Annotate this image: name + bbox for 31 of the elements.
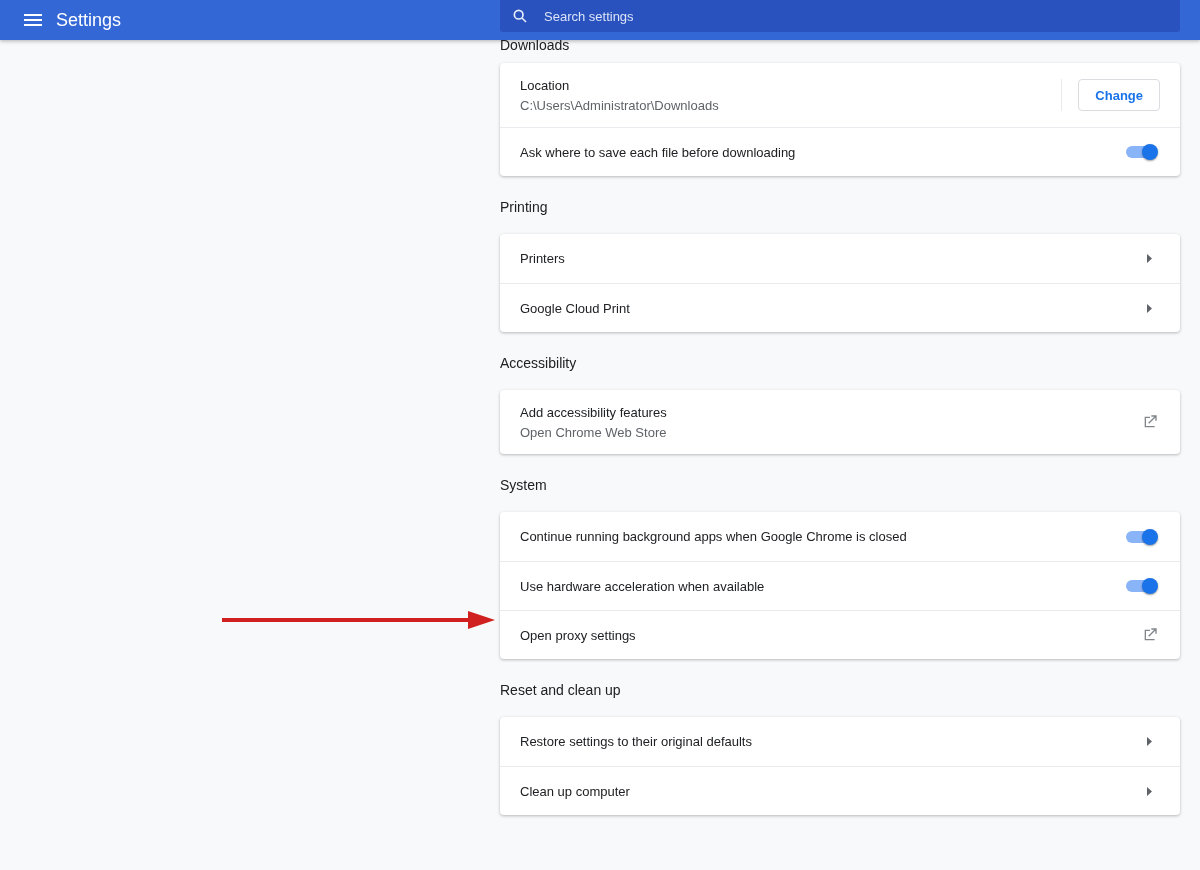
setting-label: Location: [520, 77, 571, 93]
external-link-icon: [1142, 627, 1158, 643]
caret-right-icon: [1147, 737, 1152, 746]
section-heading: Reset and clean up: [500, 681, 621, 700]
section-heading: Printing: [500, 198, 548, 217]
search-icon: [512, 8, 528, 24]
setting-label: Restore settings to their original defaults: [520, 734, 753, 749]
toggle-switch[interactable]: [1126, 146, 1156, 158]
setting-label: Clean up computer: [520, 783, 631, 799]
change-button[interactable]: Change: [1078, 79, 1160, 111]
caret-right-icon: [1147, 303, 1152, 313]
toggle-switch[interactable]: [1126, 530, 1156, 543]
toggle-switch[interactable]: [1126, 580, 1156, 592]
setting-label: Use hardware acceleration when available: [520, 578, 766, 594]
setting-description: C:\Users\Administrator\Downloads: [520, 97, 720, 113]
setting-label: Google Cloud Print: [520, 300, 631, 316]
section-heading: System: [500, 476, 547, 495]
menu-icon[interactable]: [24, 14, 42, 26]
search-field[interactable]: Search settings: [542, 7, 846, 25]
setting-description: Open Chrome Web Store: [520, 424, 668, 440]
setting-label: Add accessibility features: [520, 404, 668, 420]
setting-label: Open proxy settings: [520, 627, 637, 643]
setting-label: Ask where to save each file before downloading: [520, 144, 797, 160]
external-link-icon: [1142, 414, 1158, 430]
section-heading: Downloads: [500, 36, 570, 55]
page-title: Settings: [56, 9, 122, 31]
setting-label: Continue running background apps when Google Chrome is closed: [520, 529, 908, 544]
caret-right-icon: [1147, 254, 1152, 263]
section-heading: Accessibility: [500, 354, 577, 373]
setting-label: Printers: [520, 251, 566, 266]
caret-right-icon: [1147, 786, 1152, 796]
